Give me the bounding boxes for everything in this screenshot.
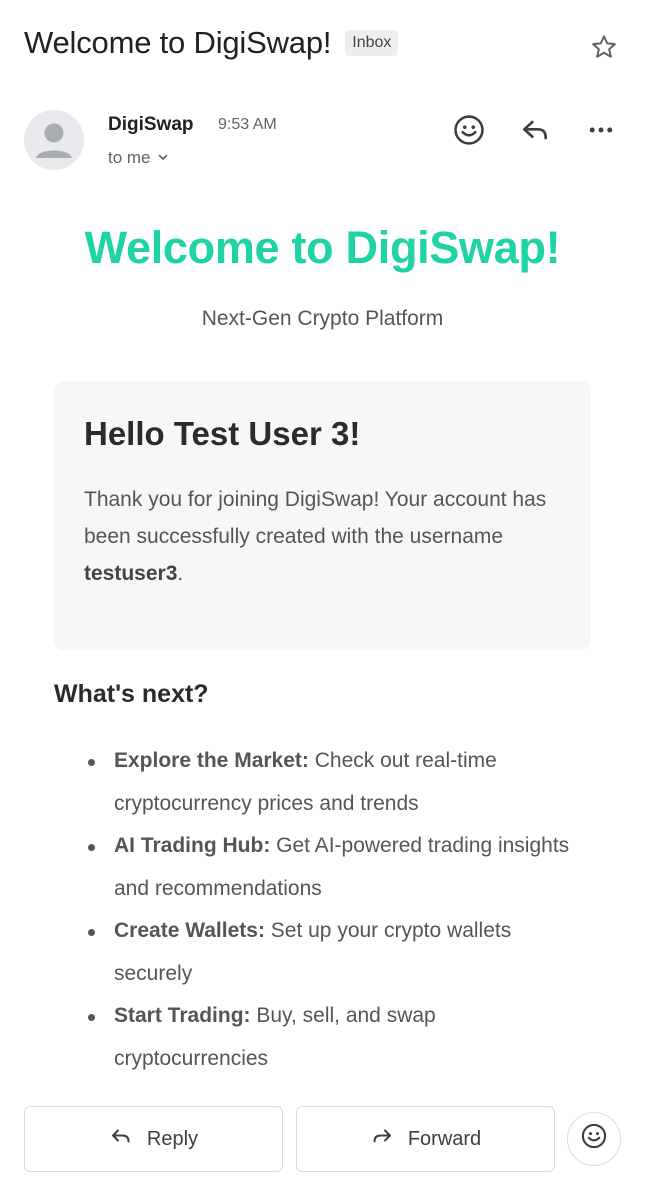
inbox-label-chip[interactable]: Inbox <box>345 30 399 56</box>
forward-icon <box>370 1124 394 1154</box>
more-icon[interactable] <box>581 110 621 150</box>
reply-icon <box>109 1124 133 1154</box>
reply-label: Reply <box>146 1127 199 1150</box>
emoji-reaction-icon[interactable] <box>449 110 489 150</box>
welcome-message: Thank you for joining DigiSwap! Your acc… <box>84 481 561 592</box>
email-hero-subtitle: Next-Gen Crypto Platform <box>201 307 444 330</box>
emoji-icon <box>580 1122 608 1156</box>
next-steps-list: Explore the Market: Check out real-time … <box>88 740 594 1080</box>
avatar[interactable] <box>24 110 84 170</box>
greeting-heading: Hello Test User 3! <box>84 415 361 452</box>
list-item-title: AI Trading Hub: <box>114 834 271 857</box>
recipient-label: to me <box>108 148 151 167</box>
list-item-title: Create Wallets: <box>114 919 265 942</box>
sender-name[interactable]: DigiSwap <box>108 114 194 136</box>
whats-next-heading: What's next? <box>54 680 209 708</box>
username: testuser3 <box>84 562 178 585</box>
forward-button[interactable]: Forward <box>296 1106 555 1172</box>
list-item: Start Trading: Buy, sell, and swap crypt… <box>88 995 594 1080</box>
chevron-down-icon <box>157 148 169 168</box>
sender-row: DigiSwap 9:53 AM to me <box>24 110 621 174</box>
welcome-text: Thank you for joining DigiSwap! Your acc… <box>84 488 547 548</box>
email-subject: Welcome to DigiSwap! <box>24 25 332 60</box>
recipient-toggle[interactable]: to me <box>108 148 169 168</box>
reply-button[interactable]: Reply <box>24 1106 283 1172</box>
message-actions <box>423 110 621 150</box>
welcome-text-end: . <box>177 562 184 585</box>
list-item-title: Explore the Market: <box>114 749 309 772</box>
list-item: Create Wallets: Set up your crypto walle… <box>88 910 594 995</box>
list-item-title: Start Trading: <box>114 1004 251 1027</box>
email-hero-title: Welcome to DigiSwap! <box>84 222 561 273</box>
forward-label: Forward <box>407 1127 482 1150</box>
welcome-card: Hello Test User 3! Thank you for joining… <box>54 381 591 650</box>
reply-icon[interactable] <box>515 110 555 150</box>
emoji-react-button[interactable] <box>567 1112 621 1166</box>
email-view: Welcome to DigiSwap! Inbox DigiSwap 9:53… <box>0 0 645 1200</box>
star-icon[interactable] <box>587 30 621 64</box>
message-time: 9:53 AM <box>218 116 277 133</box>
subject-row: Welcome to DigiSwap! Inbox <box>24 18 621 68</box>
bottom-action-bar: Reply Forward <box>0 1094 645 1200</box>
list-item: AI Trading Hub: Get AI-powered trading i… <box>88 825 594 910</box>
list-item: Explore the Market: Check out real-time … <box>88 740 594 825</box>
